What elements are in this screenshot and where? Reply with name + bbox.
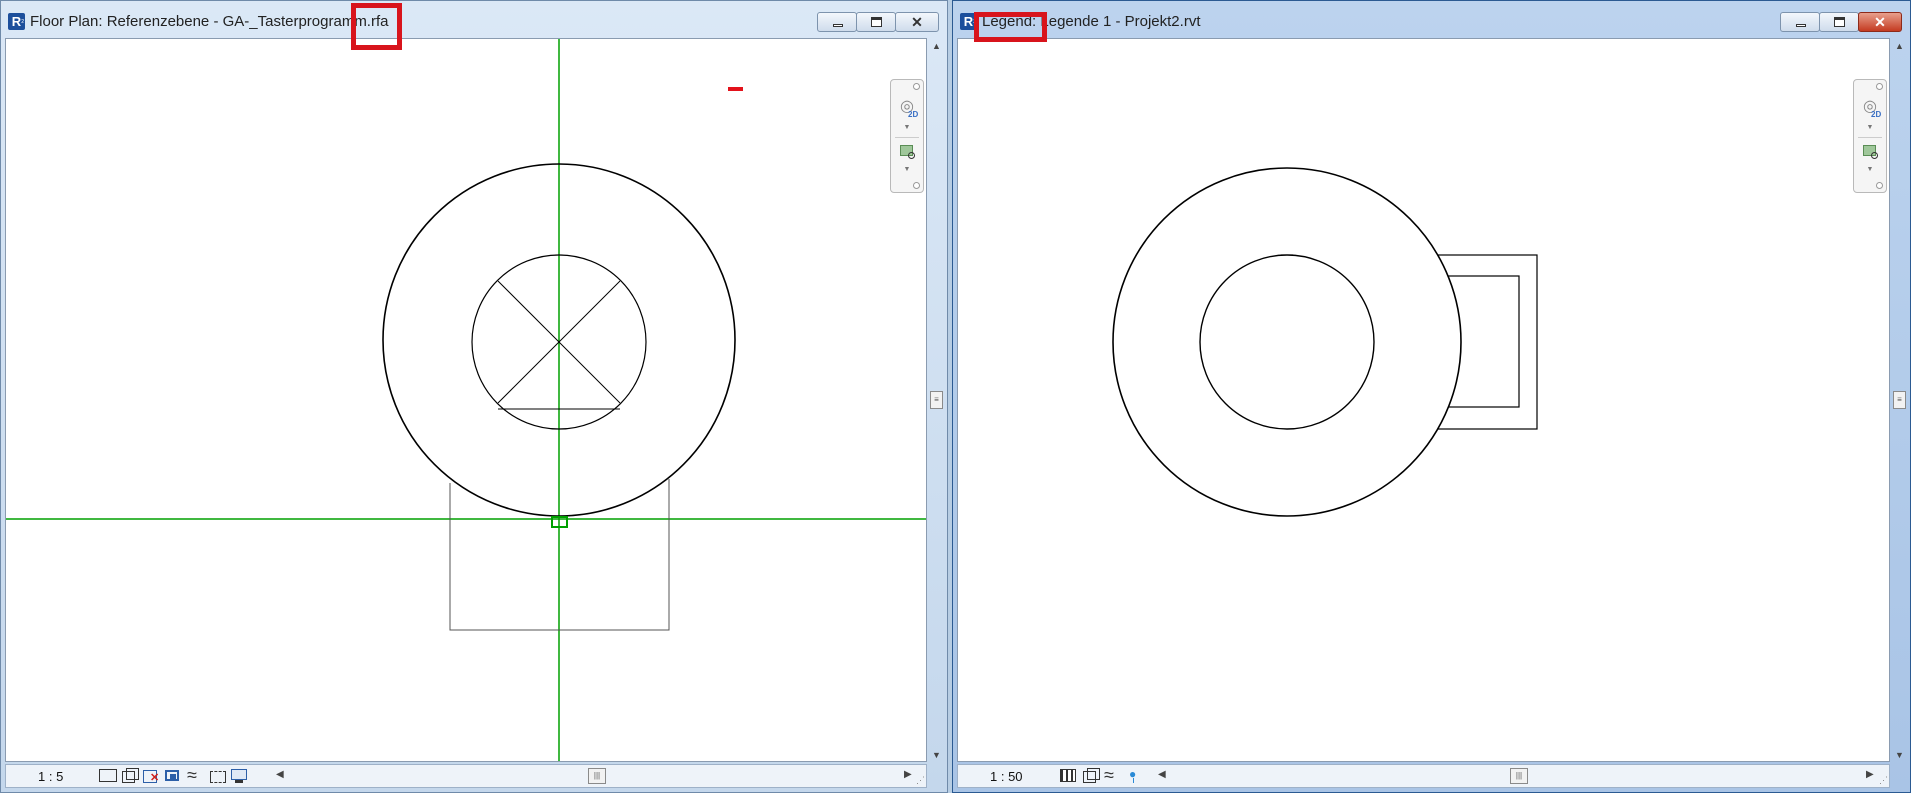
restore-icon [1834,17,1845,27]
show-crop-region-icon[interactable] [208,768,227,784]
navigation-bar[interactable]: ◎ 2D ▼ ▼ [1853,79,1887,193]
detail-level-icon[interactable] [1059,768,1078,784]
left-window-title: Floor Plan: Referenzebene - GA-_Tasterpr… [30,13,389,30]
nav-bar-close-icon[interactable] [1876,83,1883,90]
minimize-icon [833,24,843,27]
magnifier-icon [908,152,915,159]
scroll-right-icon[interactable]: ▶ [1866,769,1874,780]
horizontal-scroll-thumb[interactable]: ||| [588,768,606,784]
right-title-bar[interactable]: R2 Legend: Legende 1 - Projekt2.rvt ✕ [953,1,1910,38]
visual-style-icon[interactable] [1081,768,1100,784]
nav-bar-close-icon[interactable] [913,83,920,90]
left-view-control-icons [99,765,249,786]
scroll-right-icon[interactable]: ▶ [904,769,912,780]
left-view-control-bar: 1 : 5 ◀ ||| ▶ ⋰ [5,764,927,788]
temporary-hide-icon[interactable] [1103,765,1122,786]
visual-style-icon[interactable] [120,768,139,784]
view-scale[interactable]: 1 : 5 [38,769,63,784]
scroll-thumb[interactable]: ≡ [930,391,943,409]
view-scale[interactable]: 1 : 50 [990,769,1023,784]
nav-2d-label: 2D [908,110,919,119]
restore-icon [871,17,882,27]
steering-wheel-dropdown-icon[interactable]: ▼ [891,124,923,131]
close-icon: ✕ [911,14,923,30]
sun-path-off-icon[interactable] [142,768,161,784]
left-vertical-scrollbar[interactable]: ▲ ≡ ▼ [928,38,945,762]
scroll-up-icon[interactable]: ▲ [928,41,945,51]
legend-canvas[interactable]: ◎ 2D ▼ ▼ [957,38,1890,762]
scroll-left-icon[interactable]: ◀ [276,769,284,780]
floor-plan-drawing [6,39,926,761]
temporary-hide-icon[interactable] [230,768,249,784]
close-icon: ✕ [1874,14,1886,30]
right-vertical-scrollbar[interactable]: ▲ ≡ ▼ [1891,38,1908,762]
close-button[interactable]: ✕ [1858,12,1902,32]
zoom-dropdown-icon[interactable]: ▼ [1854,166,1886,173]
resize-grip-icon[interactable]: ⋰ [1879,775,1888,786]
scroll-thumb[interactable]: ≡ [1893,391,1906,409]
nav-separator [1858,137,1882,138]
left-view-window[interactable]: R2 Floor Plan: Referenzebene - GA-_Taste… [0,0,948,793]
nav-bar-options-icon[interactable] [913,182,920,189]
resize-grip-icon[interactable]: ⋰ [916,775,925,786]
outer-circle [1112,167,1462,517]
steering-wheel-dropdown-icon[interactable]: ▼ [1854,124,1886,131]
highlight-box-view-type [974,12,1047,42]
restore-button[interactable] [856,12,896,32]
shadows-icon[interactable] [164,768,183,784]
floor-plan-canvas[interactable]: ◎ 2D ▼ ▼ [5,38,927,762]
zoom-dropdown-icon[interactable]: ▼ [891,166,923,173]
close-button[interactable]: ✕ [895,12,939,32]
scroll-down-icon[interactable]: ▼ [1891,750,1908,760]
right-view-control-bar: 1 : 50 ◀ ||| ▶ ⋰ [957,764,1890,788]
scroll-up-icon[interactable]: ▲ [1891,41,1908,51]
nav-separator [895,137,919,138]
restore-button[interactable] [1819,12,1859,32]
highlight-box-file-extension [351,3,402,50]
reveal-hidden-icon[interactable] [1125,767,1144,784]
right-view-control-icons [1059,765,1144,786]
minimize-icon [1796,24,1806,27]
scroll-down-icon[interactable]: ▼ [928,750,945,760]
detail-level-icon[interactable] [99,769,117,782]
nav-2d-label: 2D [1871,110,1882,119]
red-marker [728,87,743,91]
legend-drawing [1112,167,1538,517]
scroll-left-icon[interactable]: ◀ [1158,769,1166,780]
minimize-button[interactable] [817,12,857,32]
crop-view-icon[interactable] [186,765,205,786]
left-title-bar[interactable]: R2 Floor Plan: Referenzebene - GA-_Taste… [1,1,947,38]
navigation-bar[interactable]: ◎ 2D ▼ ▼ [890,79,924,193]
nav-bar-options-icon[interactable] [1876,182,1883,189]
horizontal-scroll-thumb[interactable]: ||| [1510,768,1528,784]
minimize-button[interactable] [1780,12,1820,32]
right-view-window[interactable]: R2 Legend: Legende 1 - Projekt2.rvt ✕ ◎ … [952,0,1911,793]
magnifier-icon [1871,152,1878,159]
revit-app-icon[interactable]: R2 [8,13,25,30]
